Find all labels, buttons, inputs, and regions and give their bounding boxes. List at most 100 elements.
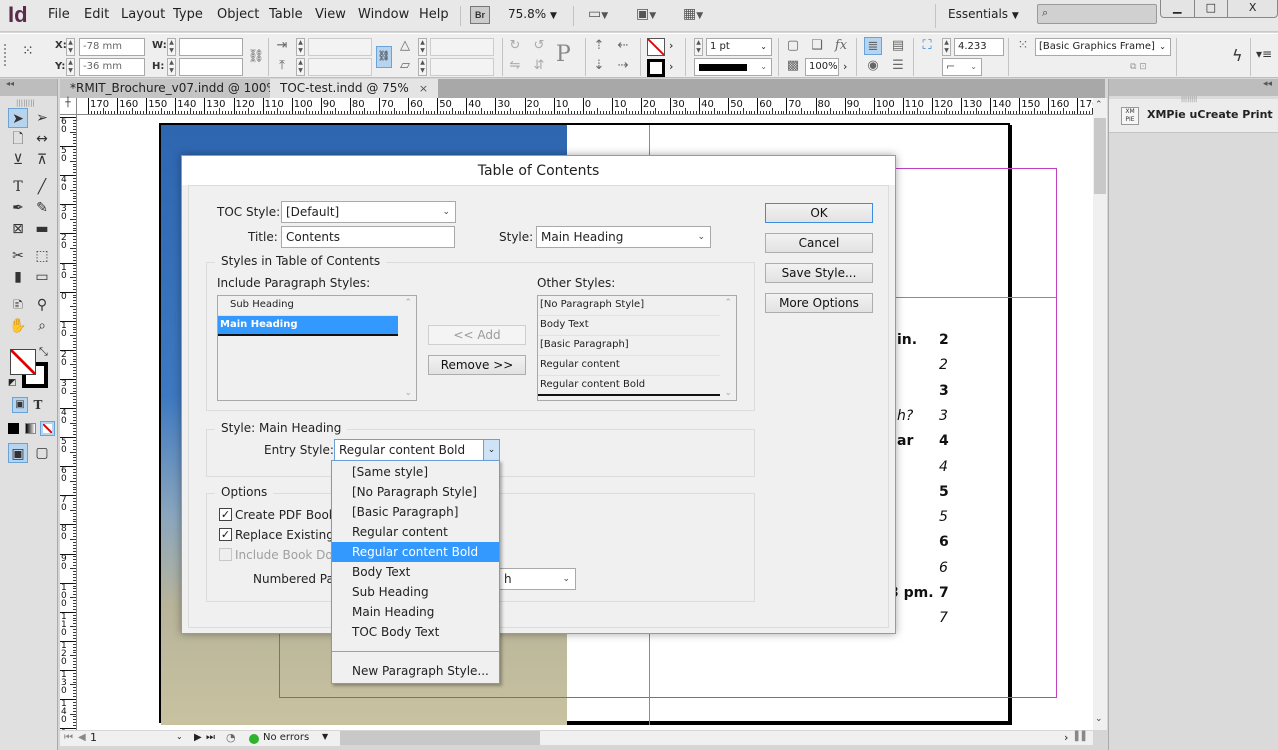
stroke-weight-spinner[interactable]: ▲ ▼	[694, 38, 703, 56]
create-pdf-bookmarks-checkbox[interactable]: ✓	[219, 508, 232, 521]
rotation-field[interactable]	[430, 38, 494, 56]
new-paragraph-style-option[interactable]: New Paragraph Style...	[332, 661, 499, 681]
scroll-down-icon[interactable]: ⌄	[1095, 714, 1103, 724]
split-view-icon[interactable]: ▌▌	[1075, 732, 1089, 742]
apply-gradient-icon[interactable]	[25, 423, 36, 434]
w-field[interactable]	[179, 38, 243, 56]
entry-style-dropdown[interactable]: Regular content Bold ⌄	[334, 439, 500, 461]
ruler-origin[interactable]: ┼	[60, 98, 77, 115]
rotation-spinner[interactable]: ▲ ▼	[418, 38, 427, 56]
dropdown-option[interactable]: [Same style]	[332, 462, 499, 482]
y-spinner[interactable]: ▲ ▼	[66, 58, 75, 76]
include-book-documents-checkbox[interactable]	[219, 548, 232, 561]
remove-button[interactable]: Remove >>	[428, 355, 526, 375]
quick-apply-icon[interactable]: ϟ	[1232, 46, 1243, 65]
horizontal-ruler[interactable]: 170 160 150 140 130 120 110 100 90 80 70 60 50 40 30 20…	[60, 98, 1093, 115]
dropdown-option[interactable]: Main Heading	[332, 602, 499, 622]
ok-button[interactable]: OK	[765, 203, 873, 223]
select-container-icon[interactable]: ⇡	[590, 37, 608, 55]
dropdown-option[interactable]: Body Text	[332, 562, 499, 582]
fill-color-swatch[interactable]	[10, 349, 36, 375]
zoom-tool-icon[interactable]: ⌕	[32, 316, 52, 336]
other-styles-list[interactable]: [No Paragraph Style] Body Text [Basic Pa…	[537, 295, 737, 401]
dropdown-option[interactable]: Regular content	[332, 522, 499, 542]
corner-shape-dropdown[interactable]: ⌐ ⌄	[942, 58, 982, 76]
pen-tool-icon[interactable]: ✒	[8, 198, 28, 218]
include-styles-list[interactable]: Sub Heading Main Heading ⌃ ⌄	[217, 295, 417, 401]
dropdown-option[interactable]: [No Paragraph Style]	[332, 482, 499, 502]
include-item-sub-heading[interactable]: Sub Heading	[218, 296, 398, 316]
preview-mode-icon[interactable]: ▢	[32, 443, 52, 463]
chevron-right-icon[interactable]: ›	[843, 60, 847, 73]
help-search-input[interactable]: ⌕	[1037, 4, 1157, 24]
save-style-button[interactable]: Save Style...	[765, 263, 873, 283]
panel-grip[interactable]: ||||||||	[1181, 96, 1197, 103]
link-scale-icon[interactable]: ⛓	[376, 46, 392, 68]
panel-xmpie[interactable]: |||||||| XM PIE XMPie uCreate Print	[1109, 96, 1278, 133]
rectangle-tool-icon[interactable]: ▬	[32, 219, 52, 239]
horizontal-scrollbar[interactable]: › ▌▌	[340, 731, 1093, 745]
gradient-feather-tool-icon[interactable]: ▭	[32, 267, 52, 287]
content-placer-icon[interactable]: ⊼	[32, 150, 52, 170]
scale-y-spinner[interactable]: ▲ ▼	[296, 58, 305, 76]
replace-existing-toc-checkbox[interactable]: ✓	[219, 528, 232, 541]
title-input[interactable]: Contents	[281, 226, 455, 248]
other-item[interactable]: Regular content	[538, 356, 720, 376]
effects-fx-icon[interactable]: fx	[832, 37, 850, 55]
zoom-level-dropdown[interactable]: 75.8% ▼	[508, 7, 557, 21]
select-previous-icon[interactable]: ⇠	[614, 37, 632, 55]
chevron-down-icon[interactable]: ⌄	[176, 732, 183, 741]
shadow-box-icon[interactable]: ❑	[808, 37, 826, 55]
wrap-bounding-box-icon[interactable]: ▤	[889, 37, 907, 55]
scroll-right-icon[interactable]: ›	[1064, 731, 1068, 744]
other-item[interactable]: [Basic Paragraph]	[538, 336, 720, 356]
free-transform-tool-icon[interactable]: ⬚	[32, 246, 52, 266]
menu-table[interactable]: Table	[269, 7, 303, 22]
selection-tool-icon[interactable]: ➤	[8, 108, 28, 128]
close-tab-icon[interactable]: ×	[419, 82, 428, 95]
line-tool-icon[interactable]: ╱	[32, 177, 52, 197]
rotate-ccw-icon[interactable]: ↺	[530, 37, 548, 55]
gap-tool-icon[interactable]: ↔	[32, 129, 52, 149]
direct-selection-tool-icon[interactable]: ➢	[32, 108, 52, 128]
first-page-icon[interactable]: ⏮	[64, 732, 73, 743]
corner-size-field[interactable]: 4.233 mm	[954, 38, 1004, 68]
scroll-down-icon[interactable]: ⌄	[404, 388, 412, 398]
scale-x-spinner[interactable]: ▲ ▼	[296, 38, 305, 56]
stroke-type-dropdown[interactable]: ⌄	[694, 58, 772, 76]
view-options-icon[interactable]: ▭▼	[588, 6, 608, 22]
dropdown-option[interactable]: TOC Body Text	[332, 622, 499, 642]
scroll-up-icon[interactable]: ⌃	[1095, 100, 1103, 110]
fill-swatch[interactable]	[647, 38, 665, 56]
formatting-text-icon[interactable]: T	[30, 397, 46, 413]
chevron-right-icon[interactable]: ›	[669, 60, 673, 73]
object-style-icon[interactable]: ⁙	[1014, 37, 1032, 55]
content-collector-icon[interactable]: ⊻	[8, 150, 28, 170]
minimize-button[interactable]: ▁	[1161, 0, 1195, 17]
other-item[interactable]: Regular content Bold	[538, 376, 720, 396]
x-spinner[interactable]: ▲ ▼	[66, 38, 75, 56]
note-tool-icon[interactable]: 🗈	[8, 295, 28, 315]
flip-vertical-icon[interactable]: ⇵	[530, 57, 548, 75]
arrange-documents-icon[interactable]: ▦▼	[683, 6, 703, 22]
apply-none-icon[interactable]	[40, 421, 55, 436]
collapse-panel-icon[interactable]: ◂◂	[0, 79, 57, 96]
page-number-field[interactable]: 1	[90, 731, 97, 744]
menu-file[interactable]: File	[48, 7, 70, 22]
scale-y-field[interactable]	[308, 58, 372, 76]
default-colors-icon[interactable]: ◩	[8, 378, 17, 388]
title-style-dropdown[interactable]: Main Heading ⌄	[536, 226, 711, 248]
scale-x-field[interactable]	[308, 38, 372, 56]
h-spinner[interactable]: ▲ ▼	[167, 58, 176, 76]
dialog-title[interactable]: Table of Contents	[182, 156, 895, 185]
stroke-swatch[interactable]	[647, 59, 665, 77]
rotate-cw-icon[interactable]: ↻	[506, 37, 524, 55]
h-field[interactable]	[179, 58, 243, 76]
clear-overrides-icon[interactable]: ⧉ ⊡	[1130, 62, 1147, 72]
gradient-swatch-tool-icon[interactable]: ▮	[8, 267, 28, 287]
toc-style-dropdown[interactable]: [Default] ⌄	[281, 201, 456, 223]
preflight-menu-icon[interactable]: ▼	[322, 732, 328, 741]
horizontal-scroll-thumb[interactable]	[340, 731, 540, 745]
stroke-weight-field[interactable]: 1 pt ⌄	[706, 38, 772, 56]
w-spinner[interactable]: ▲ ▼	[167, 38, 176, 56]
